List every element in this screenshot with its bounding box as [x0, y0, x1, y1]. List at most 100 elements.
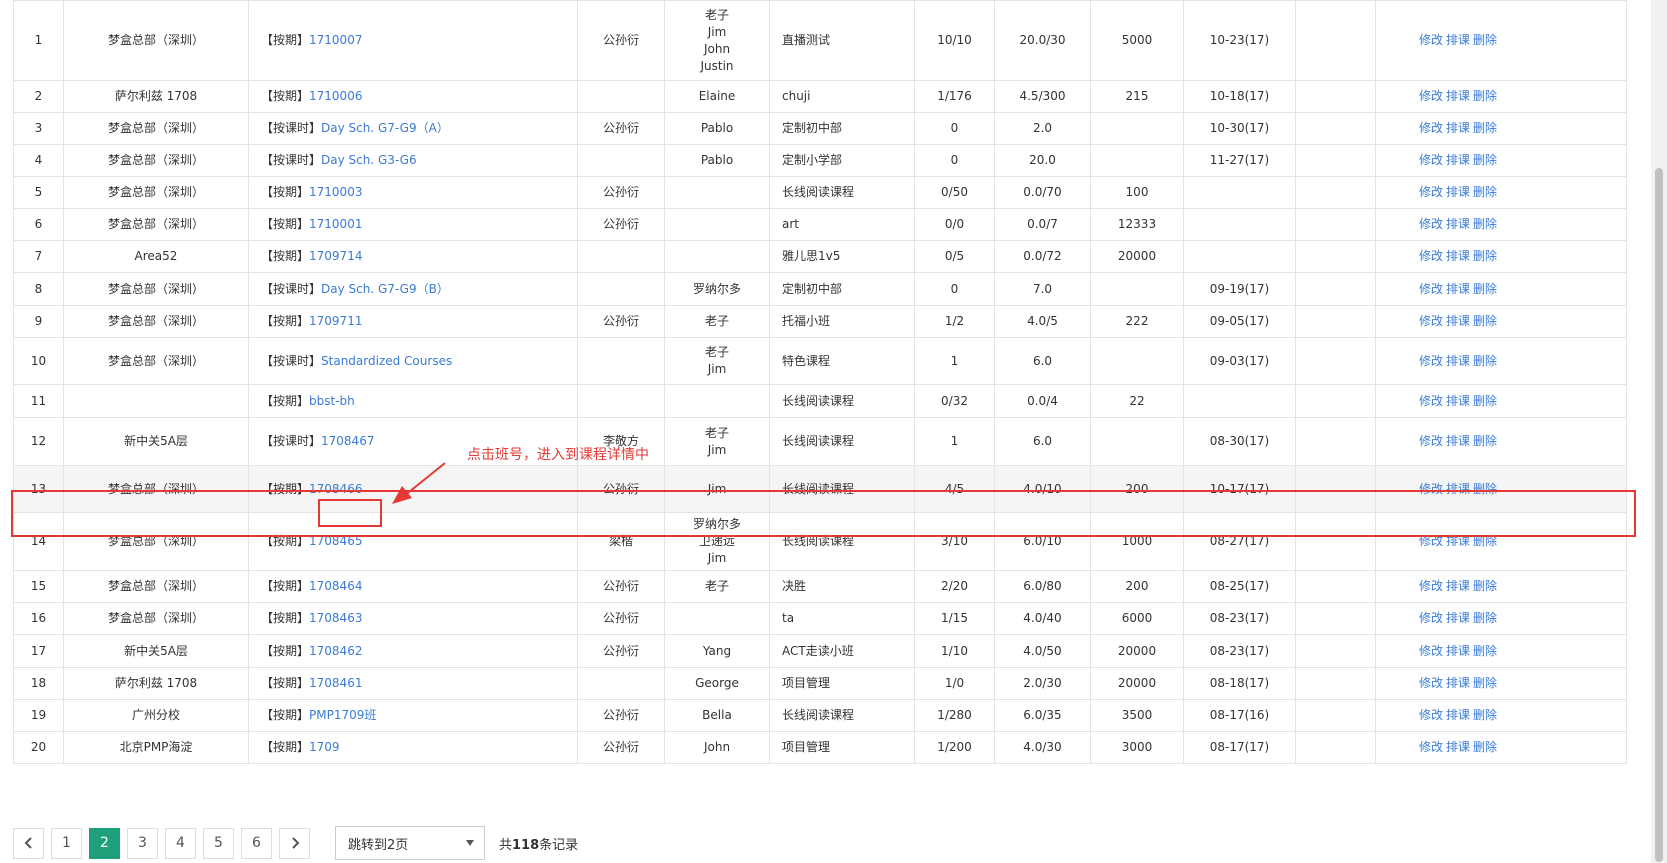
schedule-link[interactable]: 排课 [1446, 534, 1470, 548]
class-id-link[interactable]: 1710003 [309, 185, 362, 199]
vertical-scrollbar[interactable] [1651, 0, 1667, 863]
prev-page-button[interactable] [13, 827, 44, 859]
staff-cell: 公孙衍 [577, 570, 665, 603]
schedule-link[interactable]: 排课 [1446, 217, 1470, 231]
class-id-link[interactable]: 1710006 [309, 89, 362, 103]
page-jump-select[interactable]: 跳转到2页 [335, 826, 485, 860]
page-button[interactable]: 2 [89, 827, 120, 859]
edit-link[interactable]: 修改 [1419, 434, 1443, 448]
delete-link[interactable]: 删除 [1473, 89, 1497, 103]
schedule-link[interactable]: 排课 [1446, 282, 1470, 296]
edit-link[interactable]: 修改 [1419, 153, 1443, 167]
schedule-link[interactable]: 排课 [1446, 434, 1470, 448]
edit-link[interactable]: 修改 [1419, 579, 1443, 593]
schedule-link[interactable]: 排课 [1446, 33, 1470, 47]
schedule-link[interactable]: 排课 [1446, 153, 1470, 167]
schedule-link[interactable]: 排课 [1446, 354, 1470, 368]
delete-link[interactable]: 删除 [1473, 434, 1497, 448]
schedule-link[interactable]: 排课 [1446, 644, 1470, 658]
edit-link[interactable]: 修改 [1419, 708, 1443, 722]
delete-link[interactable]: 删除 [1473, 611, 1497, 625]
delete-link[interactable]: 删除 [1473, 121, 1497, 135]
delete-link[interactable]: 删除 [1473, 249, 1497, 263]
edit-link[interactable]: 修改 [1419, 534, 1443, 548]
empty-cell [1295, 731, 1376, 764]
schedule-link[interactable]: 排课 [1446, 740, 1470, 754]
class-id-link[interactable]: 1710001 [309, 217, 362, 231]
row-number: 14 [13, 512, 64, 571]
delete-link[interactable]: 删除 [1473, 644, 1497, 658]
class-id-link[interactable]: 1710007 [309, 33, 362, 47]
page-button[interactable]: 4 [165, 827, 196, 859]
page-button[interactable]: 5 [203, 827, 234, 859]
edit-link[interactable]: 修改 [1419, 89, 1443, 103]
delete-link[interactable]: 删除 [1473, 482, 1497, 496]
class-id-link[interactable]: 1708463 [309, 611, 362, 625]
class-id-link[interactable]: 1708466 [309, 482, 362, 496]
edit-link[interactable]: 修改 [1419, 185, 1443, 199]
class-id-link[interactable]: bbst-bh [309, 394, 355, 408]
class-id-link[interactable]: 1708461 [309, 676, 362, 690]
class-id-link[interactable]: Standardized Courses [321, 354, 452, 368]
edit-link[interactable]: 修改 [1419, 482, 1443, 496]
delete-link[interactable]: 删除 [1473, 217, 1497, 231]
schedule-link[interactable]: 排课 [1446, 89, 1470, 103]
schedule-link[interactable]: 排课 [1446, 611, 1470, 625]
class-id-link[interactable]: 1709714 [309, 249, 362, 263]
class-id-link[interactable]: Day Sch. G3-G6 [321, 153, 417, 167]
edit-link[interactable]: 修改 [1419, 33, 1443, 47]
delete-link[interactable]: 删除 [1473, 708, 1497, 722]
schedule-link[interactable]: 排课 [1446, 185, 1470, 199]
class-id-link[interactable]: 1708464 [309, 579, 362, 593]
class-id-link[interactable]: 1708462 [309, 644, 362, 658]
delete-link[interactable]: 删除 [1473, 185, 1497, 199]
schedule-link[interactable]: 排课 [1446, 579, 1470, 593]
class-id-link[interactable]: 1709 [309, 740, 340, 754]
course-type: 【按期】 [261, 33, 310, 47]
page-button[interactable]: 3 [127, 827, 158, 859]
hours-cell: 2.0 [994, 112, 1091, 145]
delete-link[interactable]: 删除 [1473, 153, 1497, 167]
teacher-name: 老子 [704, 579, 729, 593]
edit-link[interactable]: 修改 [1419, 314, 1443, 328]
class-id-link[interactable]: Day Sch. G7-G9（B） [321, 282, 449, 296]
edit-link[interactable]: 修改 [1419, 354, 1443, 368]
class-id-link[interactable]: 1708465 [309, 534, 362, 548]
class-id-link[interactable]: Day Sch. G7-G9（A） [321, 121, 449, 135]
edit-link[interactable]: 修改 [1419, 121, 1443, 135]
delete-link[interactable]: 删除 [1473, 676, 1497, 690]
delete-link[interactable]: 删除 [1473, 33, 1497, 47]
delete-link[interactable]: 删除 [1473, 534, 1497, 548]
edit-link[interactable]: 修改 [1419, 394, 1443, 408]
delete-link[interactable]: 删除 [1473, 394, 1497, 408]
price-cell: 20000 [1090, 634, 1184, 668]
delete-link[interactable]: 删除 [1473, 282, 1497, 296]
edit-link[interactable]: 修改 [1419, 740, 1443, 754]
course-cell: 【按期】1709 [248, 731, 578, 764]
delete-link[interactable]: 删除 [1473, 354, 1497, 368]
edit-link[interactable]: 修改 [1419, 644, 1443, 658]
edit-link[interactable]: 修改 [1419, 217, 1443, 231]
schedule-link[interactable]: 排课 [1446, 249, 1470, 263]
schedule-link[interactable]: 排课 [1446, 314, 1470, 328]
edit-link[interactable]: 修改 [1419, 282, 1443, 296]
teacher-name: Jim [707, 551, 727, 565]
edit-link[interactable]: 修改 [1419, 249, 1443, 263]
schedule-link[interactable]: 排课 [1446, 121, 1470, 135]
edit-link[interactable]: 修改 [1419, 676, 1443, 690]
class-id-link[interactable]: 1709711 [309, 314, 362, 328]
delete-link[interactable]: 删除 [1473, 579, 1497, 593]
class-id-link[interactable]: PMP1709班 [309, 708, 376, 722]
edit-link[interactable]: 修改 [1419, 611, 1443, 625]
page-button[interactable]: 1 [51, 827, 82, 859]
schedule-link[interactable]: 排课 [1446, 708, 1470, 722]
delete-link[interactable]: 删除 [1473, 314, 1497, 328]
schedule-link[interactable]: 排课 [1446, 482, 1470, 496]
delete-link[interactable]: 删除 [1473, 740, 1497, 754]
schedule-link[interactable]: 排课 [1446, 394, 1470, 408]
next-page-button[interactable] [279, 827, 310, 859]
class-id-link[interactable]: 1708467 [321, 434, 374, 448]
scrollbar-thumb[interactable] [1655, 168, 1663, 862]
page-button[interactable]: 6 [241, 827, 272, 859]
schedule-link[interactable]: 排课 [1446, 676, 1470, 690]
